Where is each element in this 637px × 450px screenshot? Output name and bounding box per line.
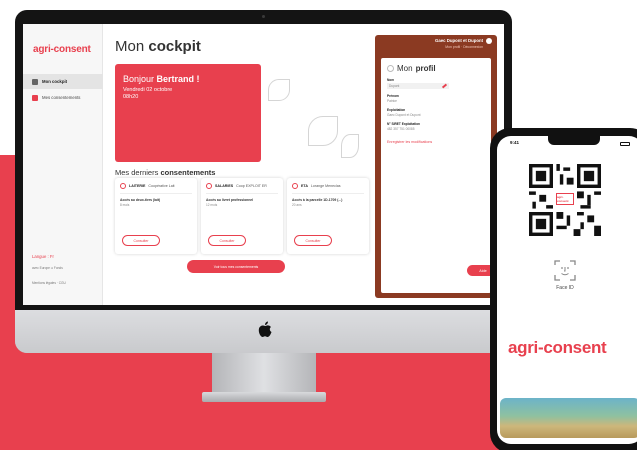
section-title-bold: consentements xyxy=(160,168,216,177)
sidebar-item-label: Mes consentements xyxy=(42,95,81,100)
field-label: Nom xyxy=(387,78,395,82)
save-changes-link[interactable]: Enregistrer les modifications xyxy=(387,140,485,144)
profile-card: Mon profil Nom Dupont Prénom Patrice Exp… xyxy=(381,58,491,293)
sidebar: agri-consent Mon cockpit Mes consentemen… xyxy=(23,24,103,305)
field-label: Exploitation xyxy=(387,108,406,112)
consent-card: LAITERIE Coopérative Lait Accès au deux-… xyxy=(115,178,197,254)
imac-stand-foot xyxy=(202,392,326,402)
card-description: Accès au deux-tiers (lait) xyxy=(120,198,161,202)
field-value: Patrice xyxy=(387,99,397,103)
page-title-bold: cockpit xyxy=(148,38,201,55)
field-value: 482 357 751 00085 xyxy=(387,127,415,131)
app-logo[interactable]: agri-consent xyxy=(33,44,91,55)
phone-notch xyxy=(548,136,600,145)
card-org: Coop EXPLOIT ER xyxy=(236,184,267,188)
sidebar-item-cockpit[interactable]: Mon cockpit xyxy=(23,74,103,89)
consult-button[interactable]: Consulter xyxy=(294,235,332,246)
qr-logo: agri-consent xyxy=(556,193,574,205)
section-title-light: Mes derniers xyxy=(115,168,159,177)
checklist-icon xyxy=(32,94,38,101)
pencil-icon[interactable] xyxy=(441,83,448,89)
field-prenom: Prénom Patrice xyxy=(387,94,485,103)
landscape-image xyxy=(500,398,637,438)
account-links[interactable]: Mon profil · Déconnexion xyxy=(375,45,483,49)
qr-logo-text: agri-consent xyxy=(557,195,569,203)
divider xyxy=(206,193,278,194)
view-all-consents-button[interactable]: Voir tous mes consentements xyxy=(187,260,285,273)
field-nom: Nom Dupont xyxy=(387,78,485,89)
phone-logo: agri-consent xyxy=(508,338,607,357)
main-content: Mon cockpit Bonjour Bertrand ! Vendredi … xyxy=(103,24,371,305)
decorative-leaf xyxy=(341,134,359,158)
section-title: Mes derniers consentements xyxy=(115,168,215,177)
phone-clock: 9:41 xyxy=(510,140,520,145)
profile-panel: Gaec Dupont et Dupont Mon profil · Décon… xyxy=(375,35,497,298)
current-date: Vendredi 02 octobre xyxy=(123,87,173,93)
user-name: Bertrand ! xyxy=(156,74,200,84)
consult-button[interactable]: Consulter xyxy=(208,235,246,246)
divider xyxy=(120,193,192,194)
card-duration: 8 mois xyxy=(120,203,130,207)
page-title: Mon cockpit xyxy=(115,38,201,55)
card-duration: 12 mois xyxy=(206,203,218,207)
apple-logo-icon xyxy=(258,321,272,337)
face-id-label: Face ID xyxy=(556,285,574,291)
field-label: Prénom xyxy=(387,94,399,98)
home-icon xyxy=(32,78,38,85)
footer-links[interactable]: Mentions légales · CGU xyxy=(32,281,66,285)
partner-logos: avec Europe ▪▪ Fonds xyxy=(32,266,63,270)
close-icon[interactable] xyxy=(486,38,492,44)
divider xyxy=(292,193,364,194)
camera-dot xyxy=(262,15,265,18)
field-label: N° SIRET Exploitation xyxy=(387,122,420,126)
account-header: Gaec Dupont et Dupont Mon profil · Décon… xyxy=(375,38,497,49)
consent-type-icon xyxy=(120,183,126,189)
account-name: Gaec Dupont et Dupont xyxy=(435,38,483,43)
welcome-card: Bonjour Bertrand ! Vendredi 02 octobre 0… xyxy=(115,64,261,162)
card-type: SALARIES xyxy=(215,184,234,188)
field-value: Dupont xyxy=(389,84,400,88)
app-logo-text: agri-consent xyxy=(33,44,91,55)
field-exploitation: Exploitation Gaec Dupont et Dupont xyxy=(387,108,485,117)
greeting: Bonjour Bertrand ! xyxy=(123,74,253,84)
card-type: ETA xyxy=(301,184,308,188)
language-selector[interactable]: Langue : Fr xyxy=(32,254,54,259)
battery-icon xyxy=(620,142,630,146)
sidebar-item-consents[interactable]: Mes consentements xyxy=(23,90,103,105)
card-description: Accès au livret professionnel xyxy=(206,198,254,202)
field-siret: N° SIRET Exploitation 482 357 751 00085 xyxy=(387,122,485,131)
card-header: ETA Lorange Meneclas xyxy=(292,183,364,189)
user-icon xyxy=(387,65,394,72)
sidebar-item-label: Mon cockpit xyxy=(42,79,68,84)
consult-button[interactable]: Consulter xyxy=(122,235,160,246)
card-org: Coopérative Lait xyxy=(148,184,175,188)
card-header: LAITERIE Coopérative Lait xyxy=(120,183,192,189)
card-duration: 20 ans xyxy=(292,203,302,207)
nom-input[interactable]: Dupont xyxy=(387,83,449,89)
consent-type-icon xyxy=(292,183,298,189)
card-type: LAITERIE xyxy=(129,184,146,188)
page-title-light: Mon xyxy=(115,38,145,55)
consent-card: SALARIES Coop EXPLOIT ER Accès au livret… xyxy=(201,178,283,254)
current-time: 08h20 xyxy=(123,94,139,100)
field-value: Gaec Dupont et Dupont xyxy=(387,113,421,117)
card-description: Accès à la parcelle 1D-1709 (...) xyxy=(292,198,343,202)
decorative-leaf xyxy=(308,116,338,146)
decorative-leaf xyxy=(268,79,290,101)
card-header: SALARIES Coop EXPLOIT ER xyxy=(206,183,278,189)
card-org: Lorange Meneclas xyxy=(310,184,341,188)
face-id-icon[interactable] xyxy=(554,259,576,281)
consent-card: ETA Lorange Meneclas Accès à la parcelle… xyxy=(287,178,369,254)
desktop-screen: agri-consent Mon cockpit Mes consentemen… xyxy=(23,24,504,305)
marketing-illustration: agri-consent Mon cockpit Mes consentemen… xyxy=(0,0,637,450)
greeting-prefix: Bonjour xyxy=(123,74,155,84)
imac-stand xyxy=(212,353,316,393)
consent-type-icon xyxy=(206,183,212,189)
profile-title-bold: profil xyxy=(415,64,436,73)
profile-title: Mon profil xyxy=(387,64,485,73)
profile-title-light: Mon xyxy=(397,64,413,73)
